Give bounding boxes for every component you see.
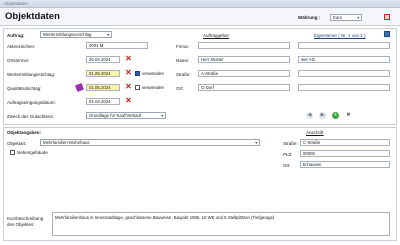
auftraggeber-name-label: Name: [176, 58, 190, 63]
x-icon[interactable]: ✕ [125, 55, 132, 63]
auftraggeber-ort-label: Ort: [176, 86, 184, 91]
auftragseingangsdatum-input[interactable]: 01.04.2024 [86, 98, 120, 105]
auftragseingangsdatum-label: Auftragseingangsdatum: [7, 100, 56, 105]
anschrift-heading: Anschrift [306, 130, 324, 135]
wertermittlungsstichtag-checkbox[interactable] [135, 71, 140, 76]
eigentuemer-ort-input[interactable] [298, 84, 390, 91]
x-icon[interactable]: ✕ [125, 97, 132, 105]
aktenzeichen-label: Aktenzeichen: [7, 44, 36, 49]
objekt-ort-input[interactable]: B-hausen [300, 161, 390, 168]
qualitaetsstichtag-label: Qualitätsstichtag: [7, 86, 42, 91]
wertermittlungsstichtag-label: Wertermittlungsstichtag: [7, 72, 56, 77]
kurzbeschreibung-label-1: Kurzbeschreibung [7, 216, 44, 221]
auftraggeber-firma-input[interactable] [198, 42, 290, 49]
objekt-plz-label: PLZ: [283, 152, 293, 157]
objektart-value: Mehrfamilien-Wohnhaus [43, 140, 90, 145]
ortstermin-input[interactable]: 20.04.2024 [86, 56, 120, 63]
auftraggeber-name-input[interactable]: Herr Muster [198, 56, 290, 63]
zweck-select[interactable]: Grundlage für Kauf/Verkauf ▼ [86, 112, 166, 119]
window-title-bar: Objektdaten [0, 0, 400, 8]
remove-icon[interactable]: ✖ [345, 112, 352, 119]
kurzbeschreibung-textarea[interactable]: Mehrfamilienhaus in Innenstadtlage, gesc… [52, 212, 390, 236]
objekt-strasse-label: Straße: [283, 141, 298, 146]
objekt-ort-label: Ort: [283, 163, 291, 168]
x-icon[interactable]: ✕ [125, 83, 132, 91]
auftraggeber-strasse-label: Straße: [176, 72, 191, 77]
chevron-down-icon: ▼ [160, 114, 164, 118]
chevron-down-icon: ▼ [254, 141, 258, 145]
zweck-label: Zweck des Gutachtens: [7, 114, 55, 119]
nebengebaeude-label: Nebengebäude [17, 150, 48, 155]
arrow-right-icon[interactable]: ▶ [319, 112, 326, 119]
aktenzeichen-input[interactable]: 0001 M [86, 42, 148, 49]
auftraggeber-strasse-input[interactable]: A-Straße [198, 70, 290, 77]
qualitaetsstichtag-input[interactable]: 01.05.2024 [86, 84, 120, 91]
wertermittlungsstichtag-check-label: verwenden [142, 71, 165, 76]
zweck-value: Grundlage für Kauf/Verkauf [89, 113, 142, 118]
objektart-label: Objektart: [7, 141, 27, 146]
wertermittlungsstichtag-input[interactable]: 01.05.2024 [86, 70, 120, 77]
currency-select[interactable]: Euro ▼ [330, 14, 362, 21]
nebengebaeude-checkbox[interactable] [10, 150, 15, 155]
eigentuemer-firma-input[interactable] [298, 42, 390, 49]
objekt-heading: Objektangaben: [7, 130, 42, 135]
chevron-down-icon: ▼ [106, 33, 110, 37]
chevron-down-icon: ▼ [356, 16, 360, 20]
auftraggeber-ort-input[interactable]: G-Dorf [198, 84, 290, 91]
auftrag-type-select[interactable]: Wertermittlungsvorschlag ▼ [40, 31, 112, 38]
x-icon[interactable]: ✕ [125, 69, 132, 77]
auftrag-type-value: Wertermittlungsvorschlag [43, 32, 92, 37]
objekt-plz-input[interactable]: 00000 [300, 150, 390, 157]
auftraggeber-firma-label: Firma: [176, 44, 189, 49]
save-icon[interactable] [384, 31, 390, 37]
window-title: Objektdaten [4, 1, 28, 6]
auftrag-label: Auftrag: [7, 33, 25, 38]
eigentuemer-heading[interactable]: Eigentümer ( Nr. 1 von 1 ) [314, 33, 366, 38]
objekt-strasse-input[interactable]: C-Straße [300, 139, 390, 146]
kurzbeschreibung-label-2: des Objektes: [7, 222, 35, 227]
eigentuemer-strasse-input[interactable] [298, 70, 390, 77]
page-title: Objektdaten [5, 11, 60, 22]
close-icon[interactable] [384, 14, 390, 20]
currency-label: Währung : [298, 15, 321, 20]
currency-value: Euro [333, 15, 343, 20]
objektart-select[interactable]: Mehrfamilien-Wohnhaus ▼ [40, 139, 260, 146]
qualitaetsstichtag-check-label: verwenden [142, 85, 165, 90]
auftraggeber-heading: Auftraggeber [203, 33, 230, 38]
qualitaetsstichtag-checkbox[interactable] [135, 85, 140, 90]
eigentuemer-name-input[interactable]: wer AG [298, 56, 390, 63]
ortstermin-label: Ortstermin: [7, 58, 30, 63]
arrow-left-icon[interactable]: ◀ [306, 112, 313, 119]
plus-icon[interactable]: + [332, 112, 339, 119]
